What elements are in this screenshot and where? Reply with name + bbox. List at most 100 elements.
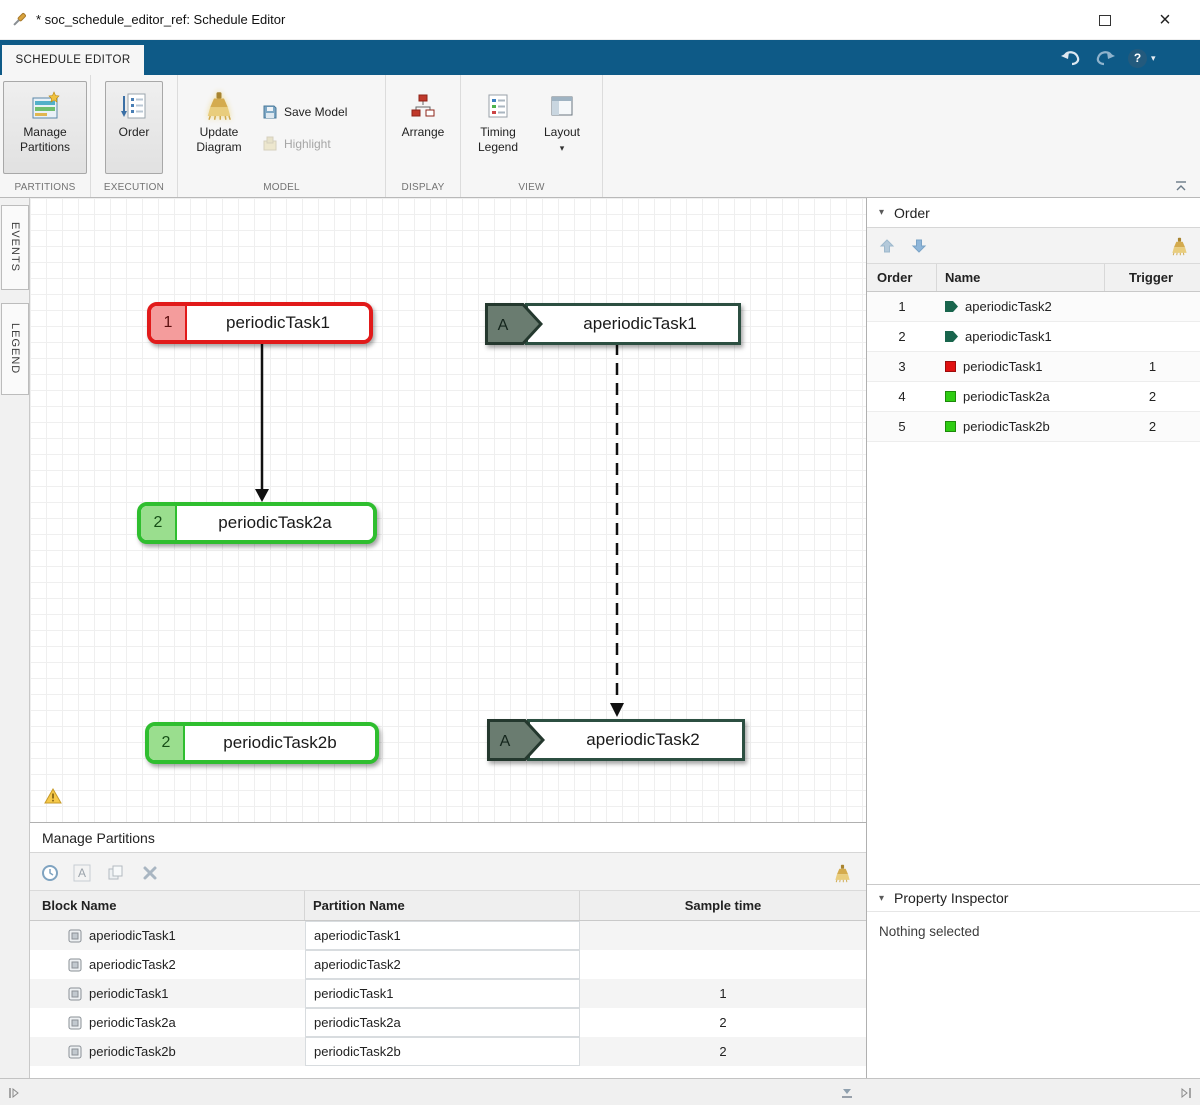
trigger-cell: 2 <box>1105 419 1200 434</box>
add-periodic-partition-button[interactable] <box>38 862 62 884</box>
update-diagram-icon <box>204 87 234 125</box>
column-sample-time[interactable]: Sample time <box>580 898 866 913</box>
copy-partition-button[interactable] <box>104 862 128 884</box>
partition-row[interactable]: periodicTask2a periodicTask2a 2 <box>30 1008 866 1037</box>
sample-time-field[interactable] <box>580 950 866 979</box>
connection-solid[interactable] <box>255 344 269 502</box>
layout-button[interactable]: Layout ▾ <box>533 81 591 174</box>
node-periodicTask2b[interactable]: 2 periodicTask2b <box>145 722 379 764</box>
partition-name-field[interactable]: periodicTask2b <box>305 1037 580 1066</box>
collapse-ribbon-icon <box>1174 180 1188 192</box>
save-model-button[interactable]: Save Model <box>258 101 351 123</box>
app-icon <box>10 11 28 29</box>
manage-partitions-button[interactable]: Manage Partitions <box>3 81 87 174</box>
order-panel-header[interactable]: ▾ Order <box>867 198 1200 228</box>
timing-legend-button[interactable]: Timing Legend <box>467 81 529 174</box>
manage-partitions-toolbar: A <box>30 853 866 891</box>
partition-row[interactable]: aperiodicTask1 aperiodicTask1 <box>30 921 866 950</box>
node-aperiodicTask2[interactable]: aperiodicTask2 A <box>487 719 745 761</box>
help-button[interactable]: ? ▾ <box>1128 47 1156 69</box>
trigger-cell: 2 <box>1105 389 1200 404</box>
undo-icon <box>1060 50 1082 66</box>
move-down-button[interactable] <box>907 235 931 257</box>
delete-partition-button[interactable] <box>138 862 162 884</box>
periodic-green-task-icon <box>945 421 956 432</box>
block-name-cell: periodicTask2b <box>30 1037 305 1066</box>
add-aperiodic-partition-button[interactable]: A <box>70 862 94 884</box>
maximize-button[interactable] <box>1088 6 1122 34</box>
update-partitions-button[interactable] <box>830 862 854 884</box>
partition-name-field[interactable]: aperiodicTask2 <box>305 950 580 979</box>
update-diagram-label: Update Diagram <box>185 125 253 155</box>
ribbon-section-execution: Order EXECUTION <box>91 75 178 197</box>
column-order[interactable]: Order <box>867 264 937 291</box>
node-label: aperiodicTask1 <box>525 303 741 345</box>
node-aperiodicTask1[interactable]: aperiodicTask1 A <box>485 303 741 345</box>
collapse-down-icon <box>840 1087 854 1099</box>
order-row[interactable]: 3 periodicTask1 1 <box>867 352 1200 382</box>
block-name: periodicTask1 <box>89 986 169 1001</box>
highlight-button[interactable]: Highlight <box>258 133 335 155</box>
schedule-canvas[interactable]: 1 periodicTask1 aperiodicTask1 A 2 perio… <box>30 198 866 822</box>
order-row[interactable]: 4 periodicTask2a 2 <box>867 382 1200 412</box>
partition-row[interactable]: periodicTask2b periodicTask2b 2 <box>30 1037 866 1066</box>
node-badge: 2 <box>141 506 177 540</box>
partition-name-field[interactable]: aperiodicTask1 <box>305 921 580 950</box>
sample-time-field[interactable] <box>580 921 866 950</box>
arrange-button[interactable]: Arrange <box>389 81 457 174</box>
window-title: * soc_schedule_editor_ref: Schedule Edit… <box>36 12 285 27</box>
block-name-cell: aperiodicTask2 <box>30 950 305 979</box>
property-inspector-header[interactable]: ▾ Property Inspector <box>867 884 1200 912</box>
partition-row[interactable]: aperiodicTask2 aperiodicTask2 <box>30 950 866 979</box>
tab-schedule-editor[interactable]: SCHEDULE EDITOR <box>2 45 144 75</box>
partition-name-field[interactable]: periodicTask1 <box>305 979 580 1008</box>
redo-button[interactable] <box>1094 47 1116 69</box>
manage-partitions-panel: Manage Partitions A Block Name Partition… <box>30 822 866 1078</box>
node-periodicTask1[interactable]: 1 periodicTask1 <box>147 302 373 344</box>
collapse-ribbon-button[interactable] <box>1174 179 1188 197</box>
column-block-name[interactable]: Block Name <box>30 891 305 920</box>
right-dock: ▾ Order Order Name Trigger 1 aperiodicTa… <box>866 198 1200 1078</box>
expand-right-panel-button[interactable] <box>1180 1086 1192 1104</box>
name-cell: periodicTask1 <box>937 359 1105 374</box>
expand-left-panel-button[interactable] <box>8 1086 20 1104</box>
warning-icon[interactable] <box>44 788 62 804</box>
order-button[interactable]: Order <box>105 81 163 174</box>
node-periodicTask2a[interactable]: 2 periodicTask2a <box>137 502 377 544</box>
column-name[interactable]: Name <box>937 264 1105 291</box>
sample-time-field[interactable]: 1 <box>580 979 866 1008</box>
block-name-cell: periodicTask1 <box>30 979 305 1008</box>
update-diagram-button[interactable]: Update Diagram <box>184 81 254 174</box>
column-trigger[interactable]: Trigger <box>1105 270 1200 285</box>
order-row[interactable]: 1 aperiodicTask2 <box>867 292 1200 322</box>
aperiodic-task-icon <box>945 331 958 342</box>
manage-partitions-title: Manage Partitions <box>42 830 155 846</box>
order-row[interactable]: 5 periodicTask2b 2 <box>867 412 1200 442</box>
maximize-icon <box>1099 15 1111 26</box>
partition-name-field[interactable]: periodicTask2a <box>305 1008 580 1037</box>
aperiodic-badge-icon: A <box>485 303 543 345</box>
name-cell: periodicTask2a <box>937 389 1105 404</box>
undo-button[interactable] <box>1060 47 1082 69</box>
arrange-icon <box>410 87 436 125</box>
layout-label: Layout <box>544 125 580 140</box>
collapse-bottom-panel-button[interactable] <box>840 1086 854 1104</box>
sample-time-field[interactable]: 2 <box>580 1008 866 1037</box>
order-row[interactable]: 2 aperiodicTask1 <box>867 322 1200 352</box>
close-icon: × <box>1159 9 1171 32</box>
order-toolbar <box>867 228 1200 264</box>
move-up-button[interactable] <box>875 235 899 257</box>
partition-row[interactable]: periodicTask1 periodicTask1 1 <box>30 979 866 1008</box>
copy-icon <box>107 864 125 882</box>
column-partition-name[interactable]: Partition Name <box>305 891 580 920</box>
sample-time-field[interactable]: 2 <box>580 1037 866 1066</box>
tab-events[interactable]: EVENTS <box>1 205 29 290</box>
ribbon-section-partitions: Manage Partitions PARTITIONS <box>0 75 91 197</box>
update-order-button[interactable] <box>1167 235 1191 257</box>
tab-legend[interactable]: LEGEND <box>1 303 29 395</box>
connection-dashed[interactable] <box>610 343 624 717</box>
order-cell: 3 <box>867 359 937 374</box>
close-button[interactable]: × <box>1148 6 1182 34</box>
name-cell: aperiodicTask2 <box>937 299 1105 314</box>
block-name: periodicTask2a <box>89 1015 176 1030</box>
